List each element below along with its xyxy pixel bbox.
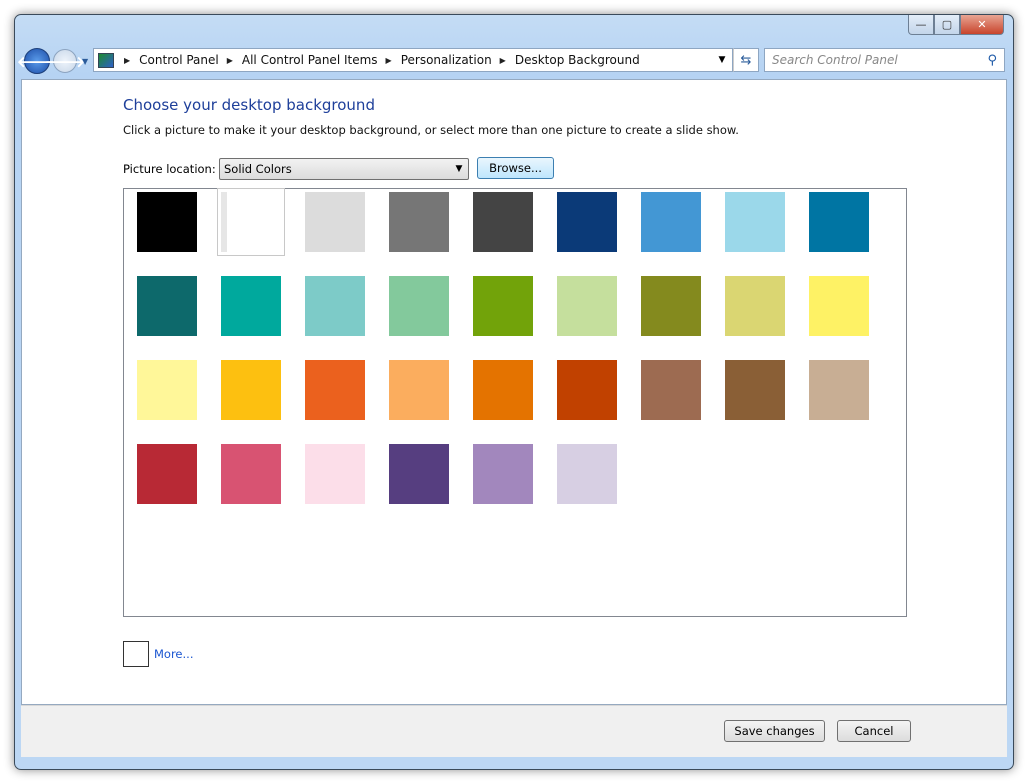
address-dropdown-icon[interactable]: ▼: [712, 55, 732, 65]
control-panel-icon: [98, 52, 114, 68]
refresh-button[interactable]: ⇆: [733, 48, 759, 72]
color-swatch[interactable]: [473, 444, 533, 504]
color-swatch[interactable]: [473, 276, 533, 336]
breadcrumb-desktop-background[interactable]: Desktop Background: [515, 53, 640, 67]
maximize-button[interactable]: ▢: [934, 15, 960, 35]
chevron-right-icon[interactable]: ▶: [124, 56, 130, 65]
color-swatch[interactable]: [221, 276, 281, 336]
color-swatch[interactable]: [725, 192, 785, 252]
color-swatch[interactable]: [305, 444, 365, 504]
chevron-down-icon: ▼: [455, 164, 463, 174]
color-swatch[interactable]: [389, 192, 449, 252]
color-swatch[interactable]: [305, 276, 365, 336]
main-content: Choose your desktop background Click a p…: [21, 79, 1007, 705]
color-swatch[interactable]: [557, 276, 617, 336]
more-color-swatch[interactable]: [123, 641, 149, 667]
color-swatch[interactable]: [137, 192, 197, 252]
more-colors-link[interactable]: More...: [154, 647, 193, 661]
color-swatch[interactable]: [641, 192, 701, 252]
color-swatch[interactable]: [137, 360, 197, 420]
address-bar[interactable]: ▶ Control Panel ▶ All Control Panel Item…: [93, 48, 733, 72]
color-swatch[interactable]: [641, 360, 701, 420]
forward-arrow-icon: 🡒: [44, 52, 86, 71]
minimize-button[interactable]: —: [908, 15, 934, 35]
color-swatch[interactable]: [137, 276, 197, 336]
color-swatch[interactable]: [305, 360, 365, 420]
forward-button[interactable]: 🡒: [45, 49, 85, 73]
breadcrumb-all-items[interactable]: All Control Panel Items: [242, 53, 378, 67]
recent-pages-dropdown[interactable]: ▼: [82, 57, 88, 66]
browse-button[interactable]: Browse...: [477, 157, 554, 179]
color-swatch[interactable]: [389, 276, 449, 336]
footer-bar: Save changes Cancel: [21, 705, 1007, 757]
save-changes-button[interactable]: Save changes: [724, 720, 825, 742]
color-swatch[interactable]: [809, 360, 869, 420]
color-swatch[interactable]: [809, 276, 869, 336]
close-button[interactable]: ✕: [960, 15, 1004, 35]
color-swatch[interactable]: [217, 188, 285, 256]
search-placeholder: Search Control Panel: [772, 53, 898, 67]
color-swatch[interactable]: [557, 192, 617, 252]
search-icon[interactable]: ⚲: [987, 53, 997, 68]
color-swatch[interactable]: [473, 192, 533, 252]
color-grid: [123, 188, 907, 617]
picture-location-label: Picture location:: [123, 162, 216, 176]
caption-buttons: — ▢ ✕: [908, 15, 1004, 35]
picture-location-value: Solid Colors: [224, 162, 292, 176]
color-swatch[interactable]: [389, 444, 449, 504]
color-swatch[interactable]: [809, 192, 869, 252]
color-swatch[interactable]: [221, 444, 281, 504]
picture-location-select[interactable]: Solid Colors ▼: [219, 158, 469, 180]
color-swatch[interactable]: [725, 360, 785, 420]
color-swatch[interactable]: [305, 192, 365, 252]
breadcrumb-personalization[interactable]: Personalization: [401, 53, 492, 67]
chevron-right-icon[interactable]: ▶: [386, 56, 392, 65]
chevron-right-icon[interactable]: ▶: [500, 56, 506, 65]
search-input[interactable]: Search Control Panel ⚲: [764, 48, 1005, 72]
color-swatch[interactable]: [641, 276, 701, 336]
chevron-right-icon[interactable]: ▶: [227, 56, 233, 65]
color-swatch[interactable]: [221, 360, 281, 420]
page-subtitle: Click a picture to make it your desktop …: [123, 123, 739, 137]
color-swatch[interactable]: [389, 360, 449, 420]
color-swatch[interactable]: [557, 360, 617, 420]
refresh-icon: ⇆: [740, 52, 752, 68]
page-title: Choose your desktop background: [123, 96, 375, 114]
cancel-button[interactable]: Cancel: [837, 720, 911, 742]
breadcrumb-control-panel[interactable]: Control Panel: [139, 53, 219, 67]
color-swatch[interactable]: [137, 444, 197, 504]
color-swatch[interactable]: [473, 360, 533, 420]
control-panel-window: — ▢ ✕ 🡐 🡒 ▼ ▶ Control Panel ▶ All Contro…: [14, 14, 1014, 770]
color-swatch[interactable]: [557, 444, 617, 504]
color-swatch[interactable]: [725, 276, 785, 336]
